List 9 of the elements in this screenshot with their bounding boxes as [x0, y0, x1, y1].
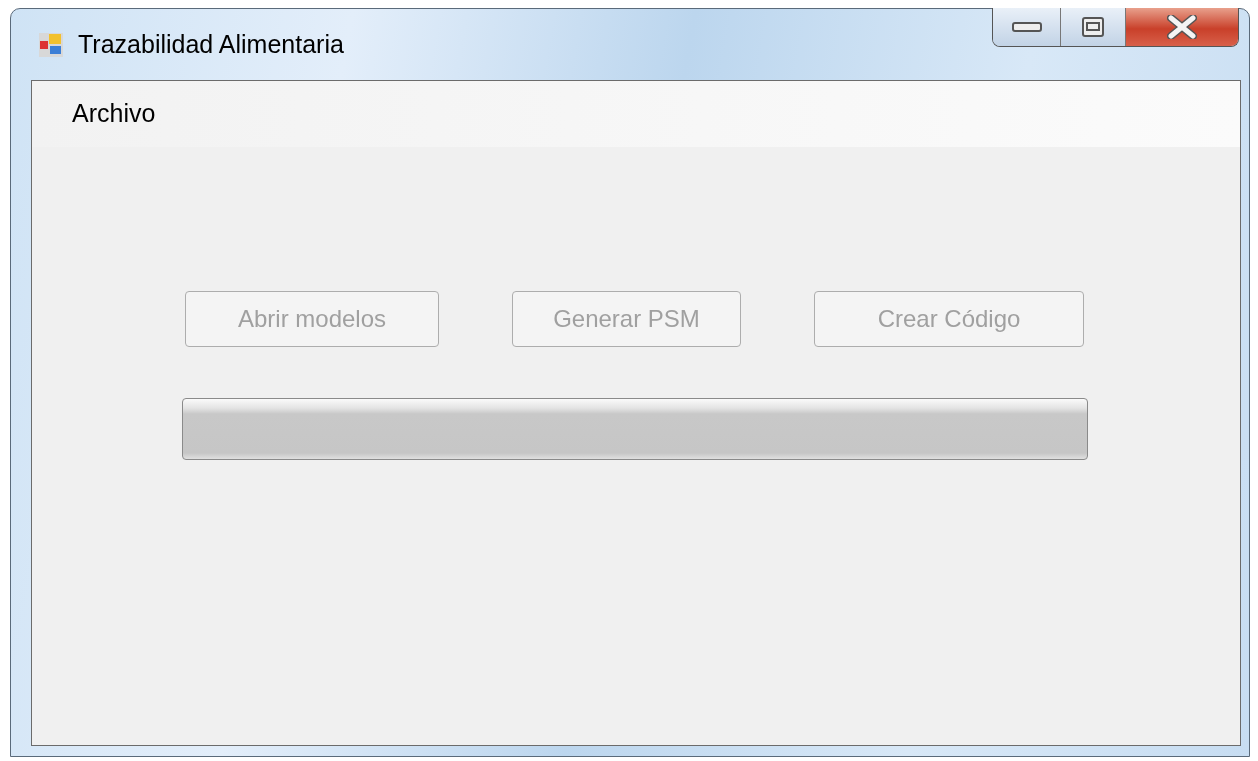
app-icon [38, 31, 64, 58]
maximize-button[interactable] [1061, 8, 1126, 46]
window-title: Trazabilidad Alimentaria [78, 28, 344, 60]
minimize-button[interactable] [993, 8, 1061, 46]
minimize-icon [1011, 21, 1042, 33]
menu-item[interactable]: Archivo [62, 95, 166, 133]
close-icon [1167, 15, 1197, 39]
maximize-icon [1082, 17, 1104, 37]
close-button[interactable] [1126, 8, 1238, 46]
